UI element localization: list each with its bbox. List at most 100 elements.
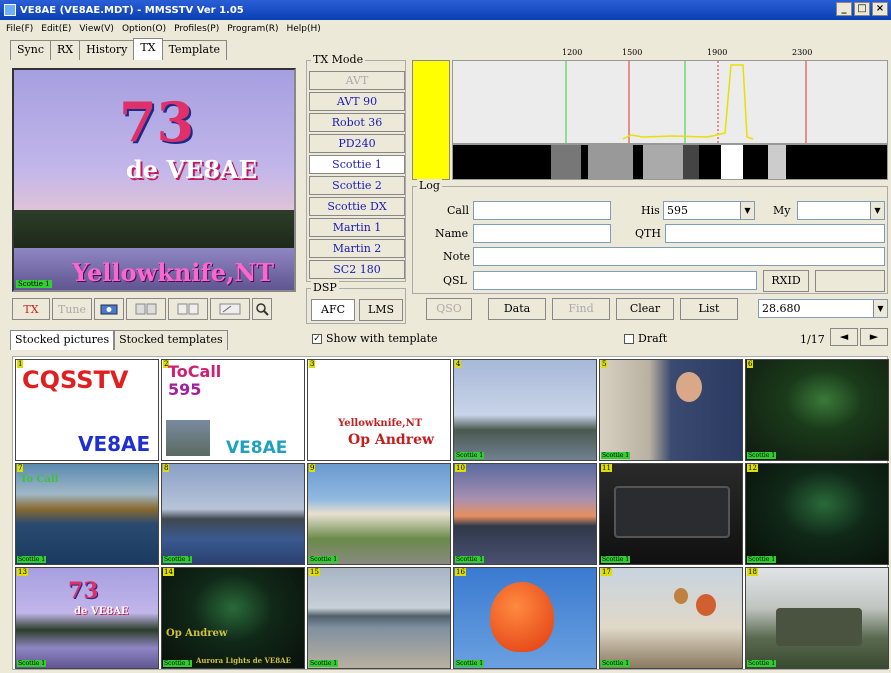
thumbnail[interactable]: 16 Scottie 1 [453, 567, 597, 669]
menu-option[interactable]: Option(O) [122, 24, 166, 34]
chevron-down-icon[interactable]: ▼ [873, 300, 887, 317]
log-group: Log Call His 595 ▼ My ▼ Name QTH Note QS… [412, 179, 888, 294]
tab-stocked-pictures[interactable]: Stocked pictures [10, 330, 115, 350]
thumbnail[interactable]: 13 73 de VE8AE Scottie 1 [15, 567, 159, 669]
menu-program[interactable]: Program(R) [227, 24, 278, 34]
tank-graphic [776, 608, 862, 646]
name-label: Name [435, 227, 469, 240]
menu-bar: File(F) Edit(E) View(V) Option(O) Profil… [0, 20, 891, 37]
preview-73-text: 73 [119, 90, 195, 154]
thumbnail[interactable]: 11 Scottie 1 [599, 463, 743, 565]
thumbnail[interactable]: 15 Scottie 1 [307, 567, 451, 669]
tab-rx[interactable]: RX [50, 40, 81, 60]
show-template-label: Show with template [326, 332, 438, 345]
prev-page-button[interactable]: ◄ [830, 328, 858, 346]
mode-avt[interactable]: AVT [309, 71, 405, 90]
note-field[interactable] [473, 247, 885, 266]
stock-tabs: Stocked pictures Stocked templates [10, 330, 228, 350]
menu-edit[interactable]: Edit(E) [41, 24, 71, 34]
qth-label: QTH [635, 227, 661, 240]
my-rst-select[interactable]: ▼ [797, 201, 885, 220]
tune-button[interactable]: Tune [52, 298, 92, 320]
thumb-mode-tag: Scottie 1 [747, 452, 777, 459]
tx-button[interactable]: TX [12, 298, 50, 320]
scale-tick-2300: 2300 [792, 48, 813, 57]
rxid-button[interactable]: RXID [763, 270, 809, 292]
thumbnail[interactable]: 9 Scottie 1 [307, 463, 451, 565]
chevron-down-icon[interactable]: ▼ [870, 202, 884, 219]
chevron-down-icon[interactable]: ▼ [740, 202, 754, 219]
menu-profiles[interactable]: Profiles(P) [174, 24, 219, 34]
lms-button[interactable]: LMS [359, 299, 403, 321]
camera-icon[interactable] [94, 298, 124, 320]
preview-mode-tag: Scottie 1 [16, 280, 52, 288]
mode-pd240[interactable]: PD240 [309, 134, 405, 153]
thumb-mode-tag: Scottie 1 [17, 660, 47, 667]
thumbnail[interactable]: 14 Op Andrew Aurora Lights de VE8AE Scot… [161, 567, 305, 669]
preview-location-text: Yellowknife,NT [72, 258, 275, 287]
thumbnail[interactable]: 4 Scottie 1 [453, 359, 597, 461]
thumbnail[interactable]: 3 Yellowknife,NT Op Andrew [307, 359, 451, 461]
data-button[interactable]: Data [488, 298, 546, 320]
thumbnail[interactable]: 8 Scottie 1 [161, 463, 305, 565]
find-button[interactable]: Find [552, 298, 610, 320]
tab-history[interactable]: History [79, 40, 135, 60]
log-extra-button[interactable] [815, 270, 885, 292]
thumb-mode-tag: Scottie 1 [747, 556, 777, 563]
qth-field[interactable] [665, 224, 885, 243]
tab-sync[interactable]: Sync [10, 40, 51, 60]
maximize-button[interactable]: □ [854, 2, 870, 16]
thumbnail[interactable]: 12 Scottie 1 [745, 463, 889, 565]
thumb-mode-tag: Scottie 1 [601, 660, 631, 667]
thumbnail[interactable]: 5 Scottie 1 [599, 359, 743, 461]
tx-image-preview[interactable]: 73 de VE8AE Yellowknife,NT Scottie 1 [12, 68, 296, 292]
next-page-button[interactable]: ► [860, 328, 888, 346]
afc-button[interactable]: AFC [311, 299, 355, 321]
thumbnail[interactable]: 1 CQSSTV VE8AE [15, 359, 159, 461]
menu-file[interactable]: File(F) [6, 24, 33, 34]
scale-tick-1200: 1200 [562, 48, 583, 57]
mode-martin-2[interactable]: Martin 2 [309, 239, 405, 258]
thumbnail[interactable]: 18 Scottie 1 [745, 567, 889, 669]
mode-avt-90[interactable]: AVT 90 [309, 92, 405, 111]
thumbnail[interactable]: 6 Scottie 1 [745, 359, 889, 461]
tab-template[interactable]: Template [161, 40, 228, 60]
thumb-mode-tag: Scottie 1 [455, 452, 485, 459]
tab-tx[interactable]: TX [133, 38, 163, 60]
mode-sc2-180[interactable]: SC2 180 [309, 260, 405, 279]
thumbnail[interactable]: 10 Scottie 1 [453, 463, 597, 565]
level-meter [412, 60, 450, 180]
layout-icon[interactable] [168, 298, 208, 320]
thumb-text: ToCall [168, 362, 222, 381]
tab-stocked-templates[interactable]: Stocked templates [114, 330, 228, 350]
minimize-button[interactable]: _ [836, 2, 852, 16]
mode-robot-36[interactable]: Robot 36 [309, 113, 405, 132]
show-template-checkbox[interactable]: ✓ Show with template [312, 332, 438, 345]
name-field[interactable] [473, 224, 611, 243]
thumbnail[interactable]: 7 To Call Scottie 1 [15, 463, 159, 565]
his-rst-select[interactable]: 595 ▼ [663, 201, 755, 220]
zoom-icon[interactable] [252, 298, 272, 320]
clear-button[interactable]: Clear [616, 298, 674, 320]
thumbnail[interactable]: 2 ToCall 595 VE8AE [161, 359, 305, 461]
call-field[interactable] [473, 201, 611, 220]
dsp-group: DSP AFC LMS [306, 281, 406, 324]
close-button[interactable]: × [872, 2, 888, 16]
menu-view[interactable]: View(V) [79, 24, 114, 34]
draft-checkbox[interactable]: Draft [624, 332, 667, 345]
copy-icon[interactable] [126, 298, 166, 320]
qso-button[interactable]: QSO [426, 298, 472, 320]
mode-martin-1[interactable]: Martin 1 [309, 218, 405, 237]
mode-scottie-1[interactable]: Scottie 1 [309, 155, 405, 174]
thumb-mode-tag: Scottie 1 [455, 660, 485, 667]
qsl-field[interactable] [473, 271, 757, 290]
thumbnail[interactable]: 17 Scottie 1 [599, 567, 743, 669]
list-button[interactable]: List [680, 298, 738, 320]
tx-mode-group: TX Mode AVT AVT 90 Robot 36 PD240 Scotti… [306, 53, 406, 282]
frequency-select[interactable]: 28.680 ▼ [758, 299, 888, 318]
my-label: My [773, 204, 791, 217]
mode-scottie-2[interactable]: Scottie 2 [309, 176, 405, 195]
mode-scottie-dx[interactable]: Scottie DX [309, 197, 405, 216]
edit-icon[interactable] [210, 298, 250, 320]
menu-help[interactable]: Help(H) [286, 24, 320, 34]
